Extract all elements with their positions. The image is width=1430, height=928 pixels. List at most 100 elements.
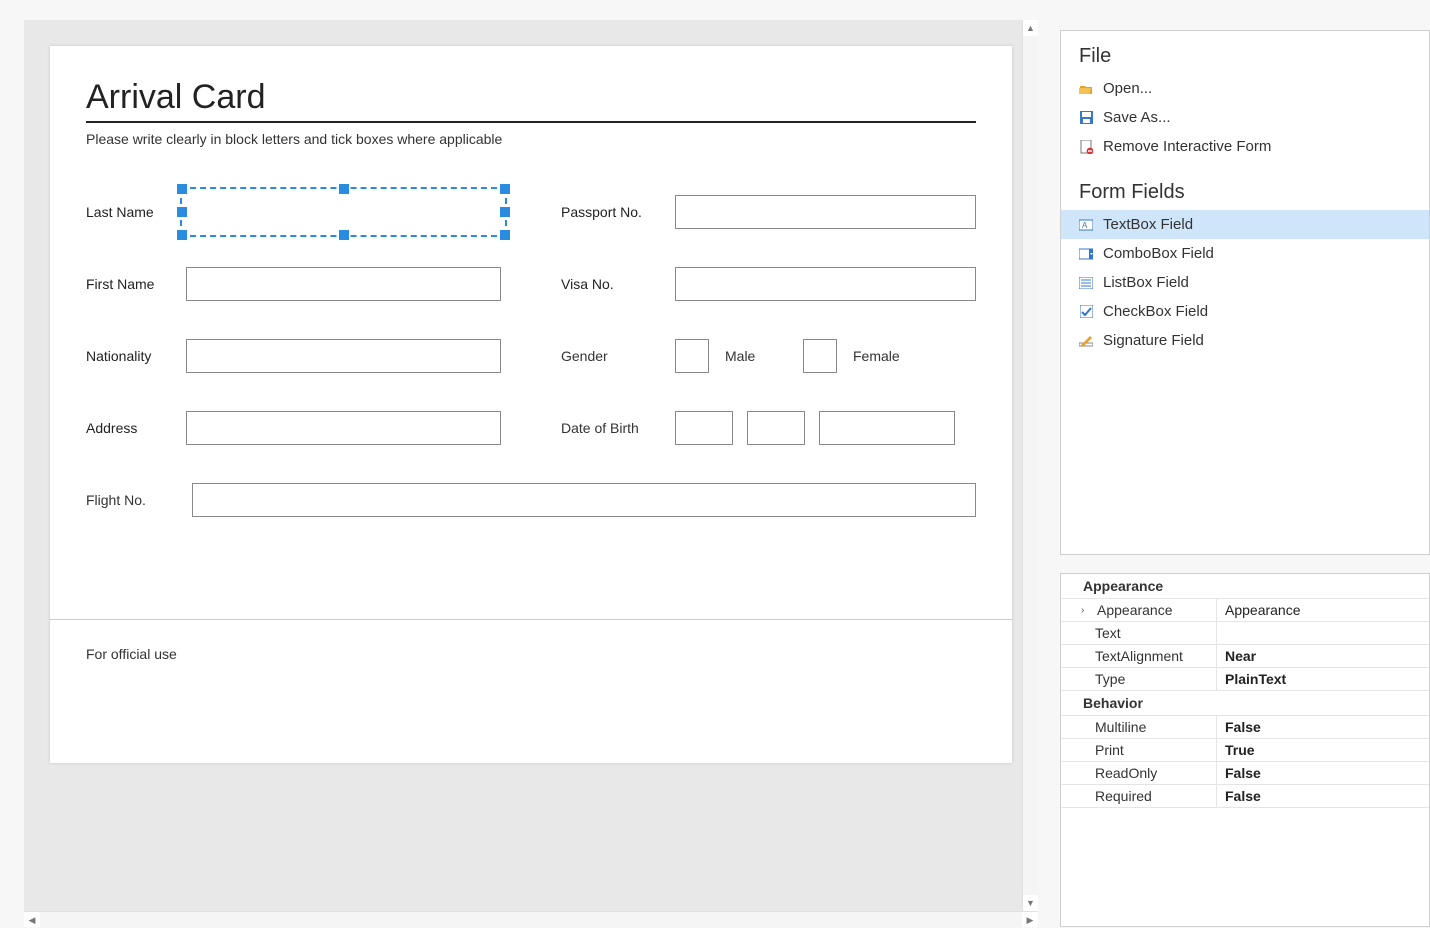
resize-handle-n[interactable]: [339, 184, 349, 194]
signature-field-icon: [1079, 334, 1093, 348]
official-use-label: For official use: [86, 646, 177, 662]
selected-field-last-name[interactable]: [180, 187, 507, 237]
prop-text[interactable]: Text: [1061, 622, 1429, 645]
prop-required-val[interactable]: False: [1217, 785, 1429, 807]
prop-readonly-val[interactable]: False: [1217, 762, 1429, 784]
textbox-dob-1[interactable]: [675, 411, 733, 445]
properties-panel: Appearance › Appearance Appearance Text T…: [1060, 573, 1430, 927]
label-last-name: Last Name: [86, 204, 168, 220]
prop-group-appearance[interactable]: Appearance: [1061, 574, 1429, 599]
label-female: Female: [853, 348, 913, 364]
prop-appearance[interactable]: › Appearance Appearance: [1061, 599, 1429, 622]
textbox-nationality[interactable]: [186, 339, 501, 373]
prop-type-key: Type: [1095, 671, 1125, 687]
checkbox-male[interactable]: [675, 339, 709, 373]
checkbox-female[interactable]: [803, 339, 837, 373]
right-column: Passport No. Visa No. Gender: [561, 195, 976, 445]
prop-type-val[interactable]: PlainText: [1217, 668, 1429, 690]
prop-print-val[interactable]: True: [1217, 739, 1429, 761]
scroll-right-icon[interactable]: ▶: [1022, 912, 1038, 927]
chevron-right-icon[interactable]: ›: [1081, 605, 1091, 616]
scroll-down-icon[interactable]: ▼: [1023, 895, 1038, 911]
textbox-passport-no[interactable]: [675, 195, 976, 229]
resize-handle-w[interactable]: [177, 207, 187, 217]
field-address: Address: [86, 411, 501, 445]
resize-handle-sw[interactable]: [177, 230, 187, 240]
prop-multiline-key: Multiline: [1095, 719, 1146, 735]
textbox-address[interactable]: [186, 411, 501, 445]
label-passport-no: Passport No.: [561, 204, 657, 220]
prop-text-key: Text: [1095, 625, 1121, 641]
file-remove-form-label: Remove Interactive Form: [1103, 138, 1271, 155]
file-save-as-label: Save As...: [1103, 109, 1171, 126]
tools-panel: File Open... Save As...: [1060, 30, 1430, 555]
palette-checkbox-label: CheckBox Field: [1103, 303, 1208, 320]
prop-multiline[interactable]: Multiline False: [1061, 716, 1429, 739]
file-save-as[interactable]: Save As...: [1061, 103, 1429, 132]
prop-readonly[interactable]: ReadOnly False: [1061, 762, 1429, 785]
form-fields-heading: Form Fields: [1061, 177, 1429, 210]
form-columns: Last Name: [86, 195, 976, 445]
palette-signature-label: Signature Field: [1103, 332, 1204, 349]
vertical-scrollbar[interactable]: ▲ ▼: [1022, 20, 1038, 911]
viewer-scroll-area: Arrival Card Please write clearly in blo…: [24, 20, 1038, 911]
palette-checkbox-field[interactable]: CheckBox Field: [1061, 297, 1429, 326]
prop-appearance-key: Appearance: [1097, 602, 1173, 618]
resize-handle-ne[interactable]: [500, 184, 510, 194]
label-male: Male: [725, 348, 785, 364]
palette-textbox-label: TextBox Field: [1103, 216, 1193, 233]
prop-align-val[interactable]: Near: [1217, 645, 1429, 667]
prop-readonly-key: ReadOnly: [1095, 765, 1157, 781]
file-open-label: Open...: [1103, 80, 1152, 97]
textbox-flight-no[interactable]: [192, 483, 976, 517]
field-flight-no: Flight No.: [86, 483, 976, 517]
palette-textbox-field[interactable]: A TextBox Field: [1061, 210, 1429, 239]
file-item-list: Open... Save As... Remove Interactive Fo…: [1061, 74, 1429, 161]
prop-print-key: Print: [1095, 742, 1124, 758]
scroll-left-icon[interactable]: ◀: [24, 912, 40, 927]
label-gender: Gender: [561, 348, 657, 364]
checkbox-field-icon: [1079, 305, 1093, 319]
file-heading: File: [1061, 41, 1429, 74]
pdf-page[interactable]: Arrival Card Please write clearly in blo…: [50, 46, 1012, 763]
document-viewer: Arrival Card Please write clearly in blo…: [0, 0, 1038, 927]
prop-align-key: TextAlignment: [1095, 648, 1183, 664]
horizontal-scrollbar[interactable]: ◀ ▶: [24, 911, 1038, 927]
label-visa-no: Visa No.: [561, 276, 657, 292]
resize-handle-nw[interactable]: [177, 184, 187, 194]
prop-print[interactable]: Print True: [1061, 739, 1429, 762]
scroll-up-icon[interactable]: ▲: [1023, 20, 1038, 36]
palette-listbox-field[interactable]: ListBox Field: [1061, 268, 1429, 297]
resize-handle-e[interactable]: [500, 207, 510, 217]
palette-signature-field[interactable]: Signature Field: [1061, 326, 1429, 355]
field-gender: Gender Male Female: [561, 339, 976, 373]
palette-combobox-field[interactable]: ComboBox Field: [1061, 239, 1429, 268]
side-panels: File Open... Save As...: [1038, 0, 1430, 927]
prop-appearance-val[interactable]: Appearance: [1217, 599, 1429, 621]
resize-handle-s[interactable]: [339, 230, 349, 240]
form-fields-list: A TextBox Field ComboBox Field: [1061, 210, 1429, 355]
prop-required[interactable]: Required False: [1061, 785, 1429, 808]
file-remove-form[interactable]: Remove Interactive Form: [1061, 132, 1429, 161]
prop-group-behavior[interactable]: Behavior: [1061, 691, 1429, 716]
prop-text-alignment[interactable]: TextAlignment Near: [1061, 645, 1429, 668]
combobox-field-icon: [1079, 247, 1093, 261]
textbox-field-icon: A: [1079, 218, 1093, 232]
textbox-dob-3[interactable]: [819, 411, 955, 445]
textbox-visa-no[interactable]: [675, 267, 976, 301]
title-rule: [86, 121, 976, 123]
prop-multiline-val[interactable]: False: [1217, 716, 1429, 738]
save-icon: [1079, 111, 1093, 125]
prop-type[interactable]: Type PlainText: [1061, 668, 1429, 691]
prop-text-val[interactable]: [1217, 622, 1429, 644]
prop-required-key: Required: [1095, 788, 1152, 804]
label-dob: Date of Birth: [561, 420, 657, 436]
svg-text:A: A: [1082, 221, 1088, 230]
resize-handle-se[interactable]: [500, 230, 510, 240]
label-first-name: First Name: [86, 276, 168, 292]
canvas-wrap[interactable]: Arrival Card Please write clearly in blo…: [24, 20, 1038, 795]
label-nationality: Nationality: [86, 348, 168, 364]
textbox-first-name[interactable]: [186, 267, 501, 301]
file-open[interactable]: Open...: [1061, 74, 1429, 103]
textbox-dob-2[interactable]: [747, 411, 805, 445]
